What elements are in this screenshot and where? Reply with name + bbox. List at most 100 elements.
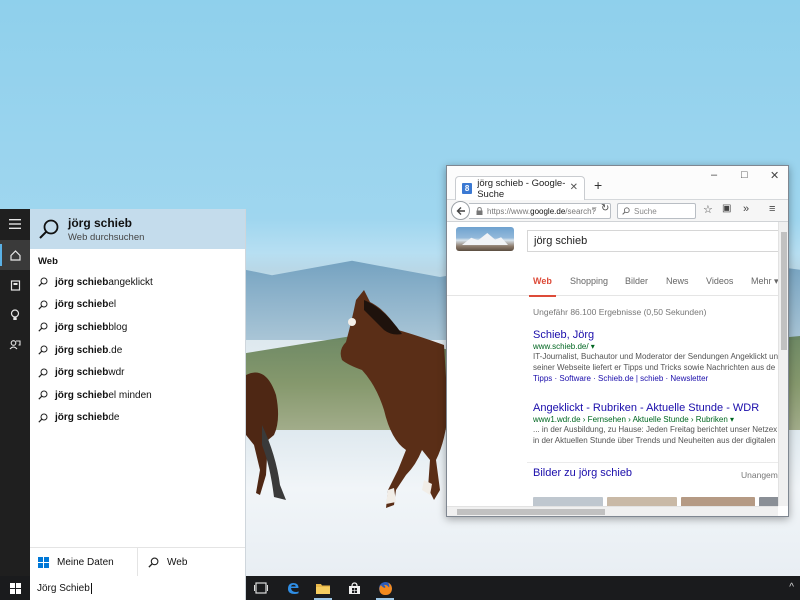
browser-search-input[interactable]: Suche (617, 203, 696, 219)
suggestion-query: jörg schieb (55, 321, 109, 333)
home-button[interactable] (0, 240, 30, 270)
suggestion-completion: wdr (108, 367, 125, 379)
google-tab-news[interactable]: News (666, 276, 689, 286)
suggestion-query: jörg schieb (55, 367, 109, 379)
google-tab-web[interactable]: Web (529, 276, 556, 297)
store-icon (348, 581, 360, 594)
suggestion-item[interactable]: jörg schieb blog (30, 316, 245, 339)
result-url[interactable]: www1.wdr.de › Fernsehen › Aktuelle Stund… (533, 415, 778, 424)
scrollbar-thumb[interactable] (457, 509, 605, 515)
images-section-link[interactable]: Bilder zu jörg schieb (533, 467, 632, 479)
maximize-button[interactable]: □ (741, 169, 748, 181)
start-button[interactable] (0, 576, 30, 600)
hamburger-menu-icon[interactable]: ≡ (769, 203, 775, 215)
windows-logo-icon (9, 582, 21, 594)
suggestion-item[interactable]: jörg schieb el minden (30, 384, 245, 407)
suggestion-query: jörg schieb (55, 389, 109, 401)
taskbar: Jörg Schieb ^ (0, 576, 800, 600)
google-result: Schieb, Jörg www.schieb.de/ ▾ IT-Journal… (533, 329, 778, 383)
reload-icon[interactable]: ↻ (601, 203, 609, 214)
url-prefix: https://www. (487, 206, 531, 216)
tab-close-icon[interactable]: ✕ (570, 182, 578, 193)
suggestion-query: jörg schieb (55, 412, 109, 424)
suggestion-item[interactable]: jörg schieb .de (30, 339, 245, 362)
google-tab-more[interactable]: Mehr ▾ (751, 276, 778, 287)
result-snippet-line: IT-Journalist, Buchautor und Moderator d… (533, 352, 778, 361)
top-result-web-search[interactable]: jörg schieb Web durchsuchen (30, 209, 245, 249)
scrollbar-thumb[interactable] (781, 232, 787, 350)
image-thumbnail[interactable] (681, 497, 755, 506)
result-sitelinks[interactable]: Tipps · Software · Schieb.de | schieb · … (533, 374, 778, 383)
filter-web[interactable]: Web (138, 548, 187, 577)
browser-search-placeholder: Suche (634, 206, 657, 216)
tray-chevron-icon[interactable]: ^ (789, 582, 794, 593)
image-thumbnail[interactable] (759, 497, 778, 506)
search-icon (622, 207, 630, 215)
file-explorer-taskbar-button[interactable] (308, 576, 338, 600)
url-host: google.de (530, 206, 566, 216)
text-caret (90, 582, 92, 594)
notebook-button[interactable] (0, 270, 30, 300)
result-title-link[interactable]: Schieb, Jörg (533, 329, 778, 341)
start-search-panel: jörg schieb Web durchsuchen Web jörg sch… (0, 209, 246, 577)
image-thumbnail[interactable] (607, 497, 677, 506)
image-thumbnail[interactable] (533, 497, 603, 506)
url-bar[interactable]: https://www. google.de/search? (469, 203, 611, 219)
divider (527, 462, 778, 463)
search-icon (38, 368, 48, 378)
file-explorer-icon (316, 584, 330, 594)
browser-tab-google[interactable]: 8 jörg schieb - Google-Suche ✕ (455, 176, 585, 200)
home-icon (9, 249, 21, 261)
search-icon (38, 277, 48, 287)
store-taskbar-button[interactable] (339, 576, 369, 600)
browser-titlebar: 8 jörg schieb - Google-Suche ✕ + – □ ✕ (447, 166, 788, 200)
back-button[interactable] (451, 201, 470, 220)
suggestion-item[interactable]: jörg schieb wdr (30, 361, 245, 384)
task-view-button[interactable] (246, 576, 276, 600)
hamburger-icon (9, 219, 21, 229)
windows-logo-icon (38, 557, 49, 568)
google-result: Angeklickt - Rubriken - Aktuelle Stunde … (533, 402, 778, 446)
suggestion-item[interactable]: jörg schieb el (30, 294, 245, 317)
search-icon (38, 413, 48, 423)
overflow-chevron-icon[interactable]: » (743, 203, 749, 215)
google-doodle-logo[interactable] (456, 227, 514, 251)
suggestion-item[interactable]: jörg schieb angeklickt (30, 271, 245, 294)
taskbar-search-input[interactable]: Jörg Schieb (30, 576, 246, 600)
result-title-link[interactable]: Angeklickt - Rubriken - Aktuelle Stunde … (533, 402, 778, 414)
notebook-icon (10, 279, 20, 291)
close-button[interactable]: ✕ (770, 169, 779, 182)
google-result-stats: Ungefähr 86.100 Ergebnisse (0,50 Sekunde… (533, 307, 707, 317)
google-search-input[interactable]: jörg schieb (527, 230, 778, 252)
google-favicon-icon: 8 (462, 183, 473, 194)
images-report-link[interactable]: Unangeme (741, 470, 778, 480)
minimize-button[interactable]: – (711, 169, 717, 181)
horizontal-scrollbar[interactable] (447, 506, 778, 516)
suggestion-item[interactable]: jörg schieb de (30, 407, 245, 430)
reminders-button[interactable] (0, 300, 30, 330)
lock-icon (476, 207, 483, 215)
suggestion-completion: angeklickt (108, 276, 153, 288)
bookmark-star-icon[interactable]: ☆ (703, 203, 713, 216)
search-filter-bar: Meine Daten Web (30, 547, 245, 577)
top-result-title: jörg schieb (68, 215, 133, 230)
edge-taskbar-button[interactable] (278, 576, 308, 600)
feedback-button[interactable] (0, 330, 30, 360)
hamburger-menu-button[interactable] (0, 209, 30, 239)
google-results-page: jörg schieb Web Shopping Bilder News Vid… (447, 222, 778, 506)
vertical-scrollbar[interactable] (778, 222, 788, 506)
suggestion-query: jörg schieb (55, 299, 109, 311)
firefox-taskbar-button[interactable] (370, 576, 400, 600)
top-result-subtitle: Web durchsuchen (68, 231, 145, 243)
reading-list-icon[interactable]: ▣ (722, 203, 731, 214)
search-icon (148, 557, 159, 568)
google-tab-images[interactable]: Bilder (625, 276, 648, 286)
google-query-text: jörg schieb (534, 235, 588, 247)
result-url[interactable]: www.schieb.de/ ▾ (533, 342, 778, 351)
dropdown-chevron-icon[interactable]: ▿ (592, 204, 597, 215)
google-tab-shopping[interactable]: Shopping (570, 276, 608, 286)
new-tab-icon[interactable]: + (594, 177, 602, 193)
filter-my-stuff[interactable]: Meine Daten (30, 548, 138, 577)
google-tab-videos[interactable]: Videos (706, 276, 733, 286)
suggestion-completion: el minden (108, 389, 152, 401)
